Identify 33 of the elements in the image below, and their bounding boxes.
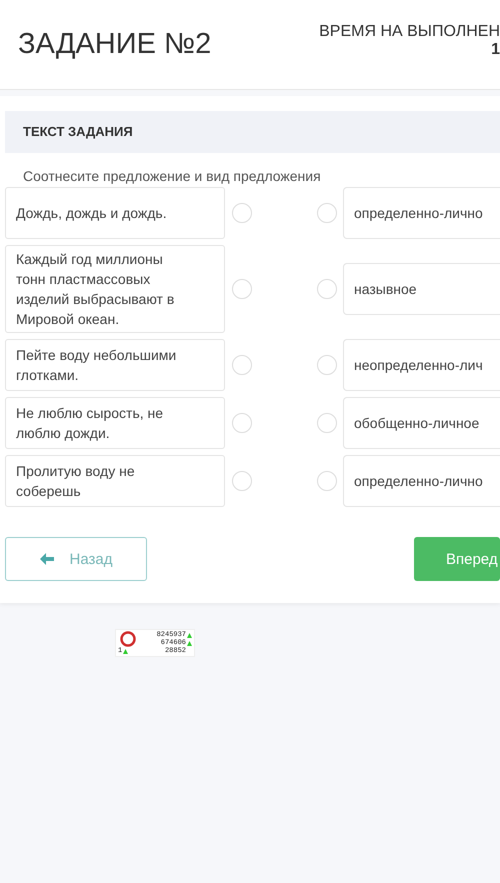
option-card[interactable]: обобщенно-личное [343,397,500,449]
timer-label: ВРЕМЯ НА ВЫПОЛНЕН [319,22,500,40]
option-card[interactable]: определенно-лично [343,455,500,507]
option-card[interactable]: определенно-лично [343,187,500,239]
radio-button[interactable] [232,279,252,299]
option-text: определенно-лично [354,205,483,221]
option-text: определенно-лично [354,473,483,489]
radio-button[interactable] [317,279,337,299]
radio-button[interactable] [317,413,337,433]
ring-icon [120,631,136,647]
sentence-card[interactable]: Пролитую воду не соберешь [5,455,225,507]
radio-button[interactable] [232,203,252,223]
option-card[interactable]: неопределенно-лич [343,339,500,391]
option-text: неопределенно-лич [354,357,483,373]
option-text: назывное [354,281,417,297]
instruction-text: Соотнесите предложение и вид предложения [23,167,322,185]
sentence-card[interactable]: Дождь, дождь и дождь. [5,187,225,239]
radio-button[interactable] [232,413,252,433]
radio-button[interactable] [232,471,252,491]
timer-value: 1 [490,40,500,58]
arrow-left-icon [40,553,54,565]
section-header: ТЕКСТ ЗАДАНИЯ [5,111,500,153]
sentence-card[interactable]: Пейте воду небольшими глотками. [5,339,225,391]
page-title: ЗАДАНИЕ №2 [18,28,212,61]
option-card[interactable]: назывное [343,263,500,315]
sentence-card[interactable]: Не люблю сырость, не люблю дожди. [5,397,225,449]
radio-button[interactable] [317,203,337,223]
sentence-card[interactable]: Каждый год миллионы тонн пластмассовых изделий выбрасывают в Мировой океан. [5,245,225,333]
triangle-icon [123,648,128,654]
radio-button[interactable] [232,355,252,375]
option-text: обобщенно-личное [354,415,480,431]
radio-button[interactable] [317,471,337,491]
radio-button[interactable] [317,355,337,375]
